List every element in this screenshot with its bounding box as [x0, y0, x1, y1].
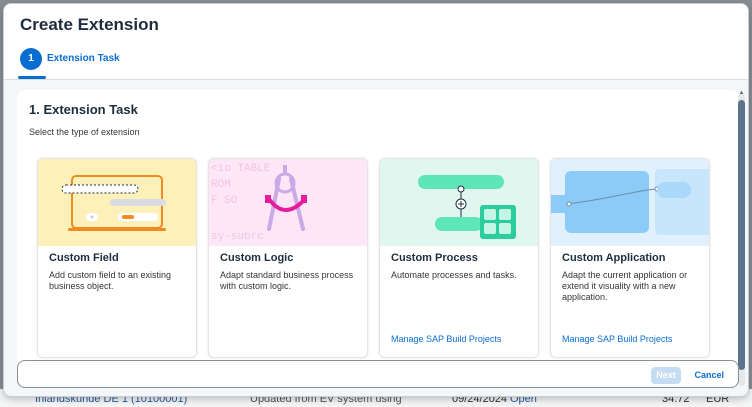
manage-sap-build-projects-link[interactable]: Manage SAP Build Projects: [562, 334, 672, 344]
card-custom-process[interactable]: Custom Process Automate processes and ta…: [379, 158, 539, 358]
step-number-badge[interactable]: 1: [20, 48, 42, 70]
card-custom-application[interactable]: Custom Application Adapt the current app…: [550, 158, 710, 358]
card-title: Custom Logic: [220, 252, 294, 264]
card-description: Adapt the current application or extend …: [562, 270, 688, 302]
card-title: Custom Application: [562, 252, 666, 264]
process-flow-illustration: [380, 159, 538, 246]
code-line-1: <io TABLE: [211, 163, 271, 175]
step-label[interactable]: Extension Task: [47, 53, 120, 64]
section-title: 1. Extension Task: [29, 102, 138, 117]
dialog-footer: Next Cancel: [17, 360, 739, 388]
dialog-header: Create Extension 1 Extension Task: [4, 4, 748, 80]
form-field-illustration: [38, 159, 196, 246]
card-custom-field[interactable]: Custom Field Add custom field to an exis…: [37, 158, 197, 358]
card-title: Custom Field: [49, 252, 119, 264]
app-window-illustration: [551, 159, 709, 246]
code-line-3: F SO: [211, 195, 238, 207]
step-active-indicator: [18, 76, 46, 79]
extension-task-panel: 1. Extension Task Select the type of ext…: [17, 90, 739, 380]
scrollbar-thumb[interactable]: [738, 100, 745, 370]
manage-sap-build-projects-link[interactable]: Manage SAP Build Projects: [391, 334, 501, 344]
cancel-button[interactable]: Cancel: [694, 367, 724, 384]
section-subtitle: Select the type of extension: [29, 127, 140, 137]
create-extension-dialog: Create Extension 1 Extension Task 1. Ext…: [3, 3, 749, 397]
code-line-2: ROM: [211, 179, 231, 191]
card-description: Adapt standard business process with cus…: [220, 270, 354, 291]
card-custom-logic[interactable]: <io TABLE ROM F SO sy-subrc Custom Logic…: [208, 158, 368, 358]
code-line-4: sy-subrc: [211, 231, 264, 243]
card-description: Add custom field to an existing business…: [49, 270, 172, 291]
next-button[interactable]: Next: [651, 367, 681, 384]
card-description: Automate processes and tasks.: [391, 270, 517, 280]
dialog-title: Create Extension: [20, 15, 159, 34]
card-title: Custom Process: [391, 252, 478, 264]
compass-code-illustration: <io TABLE ROM F SO sy-subrc: [209, 159, 367, 246]
